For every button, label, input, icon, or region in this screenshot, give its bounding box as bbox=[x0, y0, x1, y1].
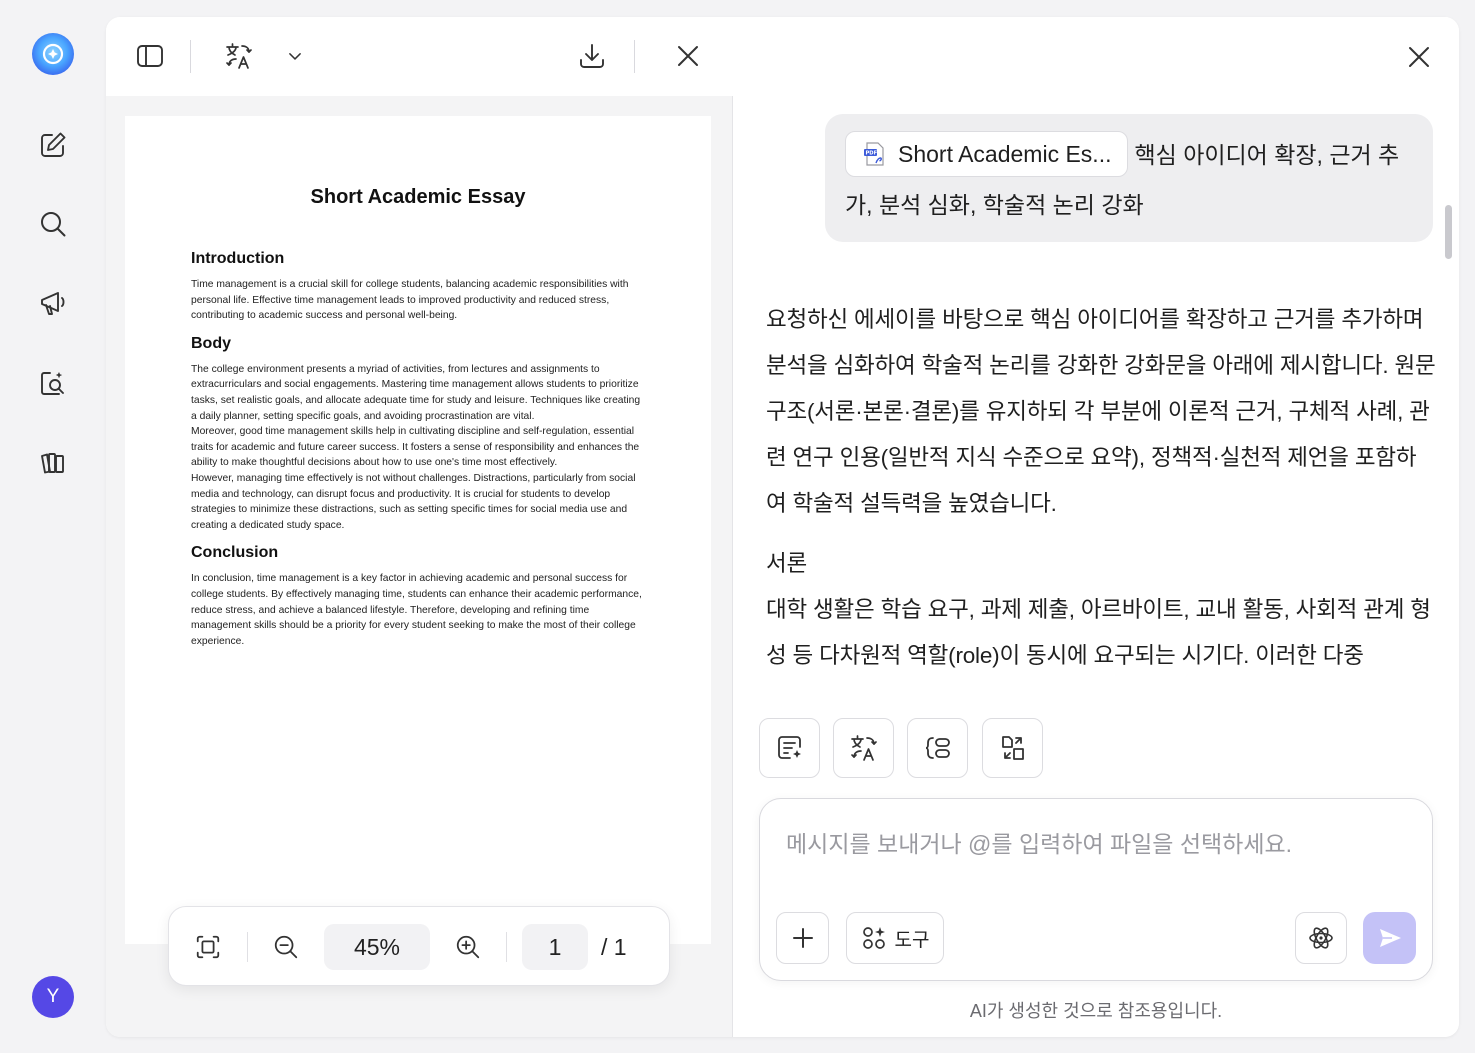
zoom-in-icon bbox=[456, 935, 480, 959]
outline-icon bbox=[925, 737, 950, 759]
ai-disclaimer: AI가 생성한 것으로 참조용입니다. bbox=[969, 1001, 1223, 1021]
section-paragraph: However, managing time effectively is no… bbox=[191, 472, 636, 531]
send-icon bbox=[1379, 929, 1401, 947]
translate-icon bbox=[226, 43, 252, 69]
download-icon bbox=[580, 44, 604, 68]
document-section-conclusion: Conclusion In conclusion, time managemen… bbox=[191, 544, 645, 649]
document-section-body: Body The college environment presents a … bbox=[191, 335, 645, 534]
tools-button[interactable]: 도구 bbox=[846, 912, 944, 964]
pdf-toolbar bbox=[106, 17, 733, 96]
megaphone-icon bbox=[41, 292, 65, 315]
assistant-logo-icon[interactable] bbox=[32, 33, 74, 75]
section-heading: Body bbox=[191, 334, 231, 352]
toolbar-divider bbox=[190, 40, 191, 73]
zoom-in-button[interactable] bbox=[448, 927, 488, 967]
section-paragraph: Moreover, good time management skills he… bbox=[191, 426, 640, 469]
search-icon bbox=[41, 212, 66, 237]
pdf-file-icon: PDF bbox=[864, 142, 884, 166]
close-chat-button[interactable] bbox=[1399, 37, 1439, 77]
logo-glyph bbox=[42, 43, 64, 65]
pdf-page: Short Academic Essay Introduction Time m… bbox=[125, 116, 711, 944]
sidebar-toggle-button[interactable] bbox=[131, 37, 169, 75]
svg-text:PDF: PDF bbox=[866, 151, 878, 157]
close-icon bbox=[1409, 47, 1429, 67]
zoom-out-button[interactable] bbox=[266, 927, 306, 967]
zoom-level[interactable]: 45% bbox=[324, 924, 430, 970]
translate-tool-button[interactable] bbox=[833, 718, 894, 778]
outline-button[interactable] bbox=[907, 718, 968, 778]
fit-page-button[interactable] bbox=[188, 927, 228, 967]
section-paragraph: Time management is a crucial skill for c… bbox=[191, 279, 629, 322]
attached-file-chip[interactable]: PDF Short Academic Es... bbox=[845, 130, 1129, 177]
attach-button[interactable] bbox=[776, 912, 829, 964]
tools-icon bbox=[862, 927, 885, 949]
chat-pane: PDF Short Academic Es... 핵심 아이디어 확장, 근거 … bbox=[733, 17, 1459, 1037]
section-heading: Conclusion bbox=[191, 544, 279, 562]
fit-page-icon bbox=[196, 935, 220, 959]
left-rail: Y bbox=[0, 0, 106, 1053]
document-title: Short Academic Essay bbox=[310, 186, 526, 208]
answer-intro: 요청하신 에세이를 바탕으로 핵심 아이디어를 확장하고 근거를 추가하며 분석… bbox=[766, 307, 1436, 516]
zoom-divider bbox=[506, 932, 507, 962]
model-select-button[interactable] bbox=[1295, 912, 1347, 964]
answer-section-text: 대학 생활은 학습 요구, 과제 제출, 아르바이트, 교내 활동, 사회적 관… bbox=[766, 597, 1431, 668]
translate-button[interactable] bbox=[220, 37, 258, 75]
zoom-bar: 45% 1 / 1 bbox=[168, 906, 670, 986]
tools-label: 도구 bbox=[894, 929, 930, 951]
convert-button[interactable] bbox=[982, 718, 1043, 778]
doc-search-button[interactable] bbox=[33, 363, 73, 403]
close-viewer-button[interactable] bbox=[669, 37, 707, 75]
section-paragraph: The college environment presents a myria… bbox=[191, 363, 641, 422]
search-button[interactable] bbox=[33, 204, 73, 244]
section-paragraph: In conclusion, time management is a key … bbox=[191, 573, 642, 647]
user-message: PDF Short Academic Es... 핵심 아이디어 확장, 근거 … bbox=[825, 114, 1433, 242]
document-search-icon bbox=[41, 372, 64, 395]
summarize-button[interactable] bbox=[759, 718, 820, 778]
document-section-introduction: Introduction Time management is a crucia… bbox=[191, 250, 645, 324]
document-body: Introduction Time management is a crucia… bbox=[191, 250, 645, 660]
translate-icon bbox=[850, 735, 877, 761]
answer-section-title: 서론 bbox=[766, 551, 808, 576]
atom-icon bbox=[1309, 927, 1333, 949]
convert-icon bbox=[1001, 736, 1024, 760]
section-heading: Introduction bbox=[191, 250, 285, 267]
library-button[interactable] bbox=[33, 442, 73, 482]
assistant-answer: 요청하신 에세이를 바탕으로 핵심 아이디어를 확장하고 근거를 추가하며 분석… bbox=[766, 297, 1436, 679]
message-input[interactable] bbox=[786, 825, 1406, 885]
library-icon bbox=[41, 453, 64, 474]
page-number-input[interactable]: 1 bbox=[522, 924, 588, 970]
plus-icon bbox=[792, 928, 813, 948]
toolbar-divider bbox=[634, 40, 635, 73]
translate-dropdown[interactable] bbox=[276, 37, 314, 75]
message-composer: 도구 bbox=[759, 798, 1433, 981]
summarize-icon bbox=[777, 736, 801, 759]
main-card: Short Academic Essay Introduction Time m… bbox=[106, 17, 1459, 1037]
chat-scrollbar[interactable] bbox=[1445, 205, 1452, 259]
new-chat-button[interactable] bbox=[33, 125, 73, 165]
pdf-viewer: Short Academic Essay Introduction Time m… bbox=[106, 17, 733, 1037]
sidebar-toggle-icon bbox=[137, 45, 163, 67]
send-button[interactable] bbox=[1363, 912, 1416, 964]
edit-icon bbox=[41, 132, 66, 157]
announce-button[interactable] bbox=[33, 283, 73, 323]
zoom-divider bbox=[247, 932, 248, 962]
zoom-out-icon bbox=[274, 935, 298, 959]
attached-file-name: Short Academic Es... bbox=[898, 140, 1112, 167]
download-button[interactable] bbox=[573, 37, 611, 75]
avatar[interactable]: Y bbox=[32, 976, 74, 1018]
page-total: / 1 bbox=[601, 933, 627, 960]
chevron-down-icon bbox=[289, 53, 301, 60]
close-icon bbox=[678, 46, 698, 66]
